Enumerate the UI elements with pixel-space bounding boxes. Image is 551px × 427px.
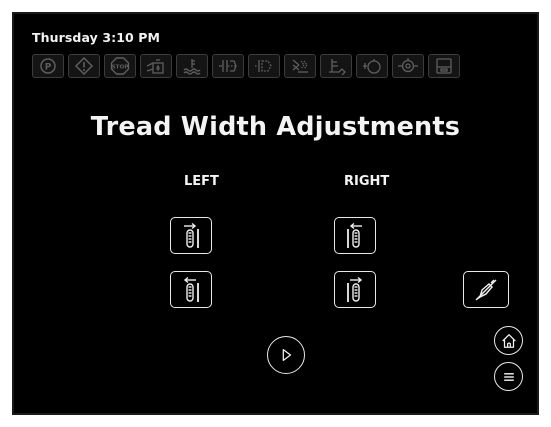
tread-adjust-in-icon: [347, 276, 363, 302]
svg-text:STOP: STOP: [112, 64, 129, 70]
tread-adjust-out-icon: [184, 222, 199, 248]
coolant-level-icon: [176, 54, 208, 78]
fuel-level-icon: [320, 54, 352, 78]
stop-icon: STOP: [104, 54, 136, 78]
warning-icon: [68, 54, 100, 78]
left-column-label: LEFT: [184, 174, 219, 189]
menu-icon: [503, 372, 514, 381]
home-button[interactable]: [494, 326, 523, 355]
fuel-tank-icon: [428, 54, 460, 78]
air-filter-icon: [284, 54, 316, 78]
home-icon: [501, 333, 516, 348]
hydraulic-oil-icon: [140, 54, 172, 78]
display-screen: Thursday 3:10 PM P STOP Tread Width Adju…: [14, 14, 537, 413]
status-datetime: Thursday 3:10 PM: [32, 30, 161, 45]
menu-button[interactable]: [494, 362, 523, 391]
svg-text:P: P: [45, 63, 52, 73]
play-icon: [282, 348, 292, 362]
play-button[interactable]: [267, 336, 305, 374]
right-tread-narrow-button[interactable]: [334, 271, 376, 308]
disabled-adjust-icon: [475, 279, 497, 300]
parking-brake-icon: P: [32, 54, 64, 78]
right-column-label: RIGHT: [344, 174, 390, 189]
transmission-filter-icon: [212, 54, 244, 78]
engine-icon: [392, 54, 424, 78]
engine-oil-icon: [356, 54, 388, 78]
page-title: Tread Width Adjustments: [90, 112, 461, 142]
right-tread-widen-button[interactable]: [334, 217, 376, 254]
tread-adjust-in-icon: [183, 276, 199, 302]
disable-adjust-button[interactable]: [463, 271, 509, 308]
hydraulic-filter-icon: [248, 54, 280, 78]
left-tread-narrow-button[interactable]: [170, 271, 212, 308]
tread-adjust-out-icon: [347, 222, 362, 248]
indicator-bar: P STOP: [32, 54, 460, 78]
left-tread-widen-button[interactable]: [170, 217, 212, 254]
